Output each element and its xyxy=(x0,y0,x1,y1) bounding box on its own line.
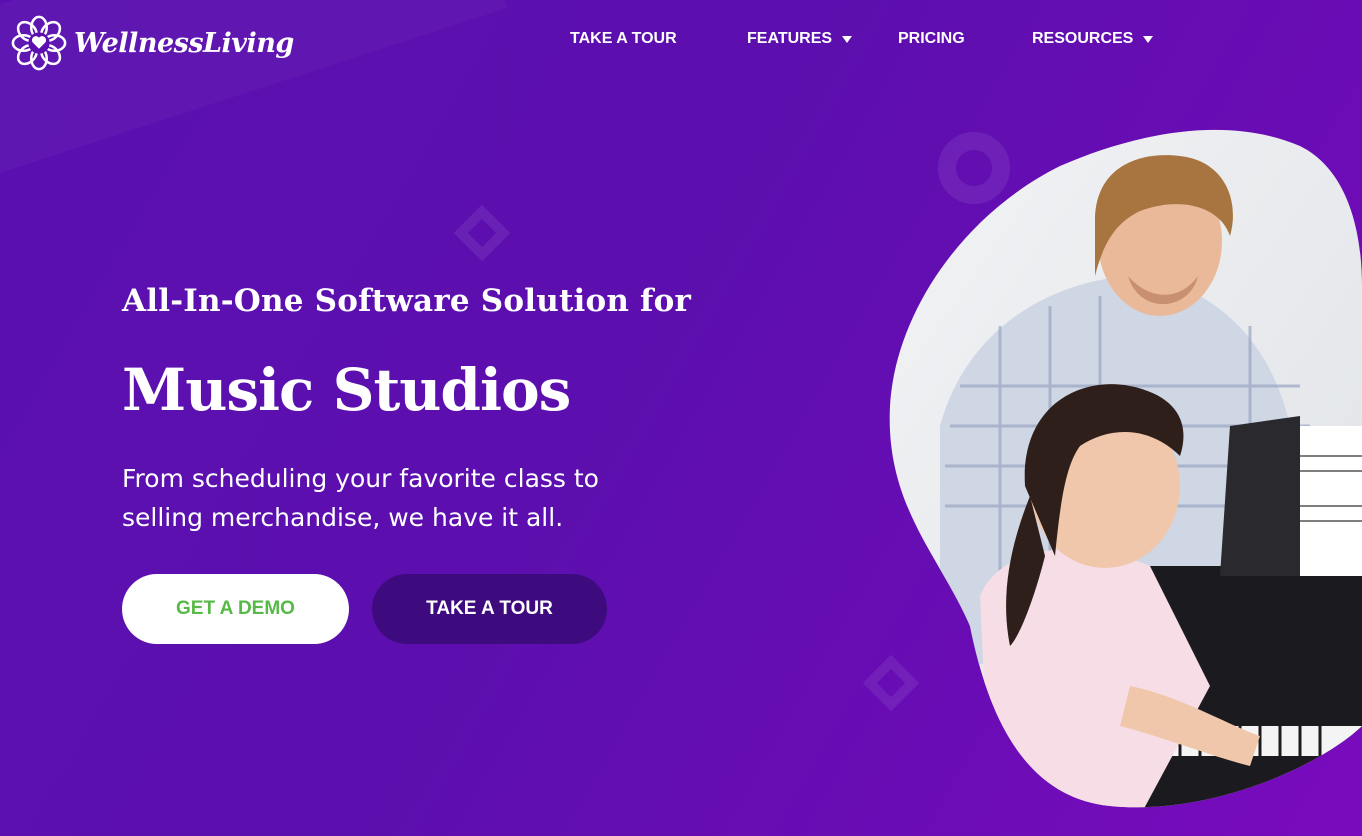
site-header: WellnessLiving TAKE A TOUR FEATURES PRIC… xyxy=(0,0,1362,84)
get-a-demo-button[interactable]: GET A DEMO xyxy=(122,574,349,644)
hero-photo xyxy=(889,129,1362,808)
flower-heart-icon xyxy=(11,15,67,71)
take-a-tour-button[interactable]: TAKE A TOUR xyxy=(372,574,607,644)
nav-take-a-tour[interactable]: TAKE A TOUR xyxy=(570,30,677,48)
hero-subtext: From scheduling your favorite class to s… xyxy=(122,464,599,532)
hero-kicker: All-In-One Software Solution for xyxy=(122,283,692,319)
nav-features[interactable]: FEATURES xyxy=(747,30,853,48)
decorative-diamond xyxy=(453,204,511,262)
nav-resources[interactable]: RESOURCES xyxy=(1032,30,1154,48)
nav-label: FEATURES xyxy=(747,30,833,47)
nav-label: PRICING xyxy=(898,30,965,47)
caret-down-icon xyxy=(1143,35,1154,43)
brand-logo-link[interactable]: WellnessLiving xyxy=(10,14,294,72)
nav-pricing[interactable]: PRICING xyxy=(898,30,965,48)
brand-name: WellnessLiving xyxy=(74,27,294,59)
caret-down-icon xyxy=(842,35,853,43)
nav-label: RESOURCES xyxy=(1032,30,1134,47)
hero-headline: Music Studios xyxy=(122,356,571,424)
nav-label: TAKE A TOUR xyxy=(570,30,677,47)
